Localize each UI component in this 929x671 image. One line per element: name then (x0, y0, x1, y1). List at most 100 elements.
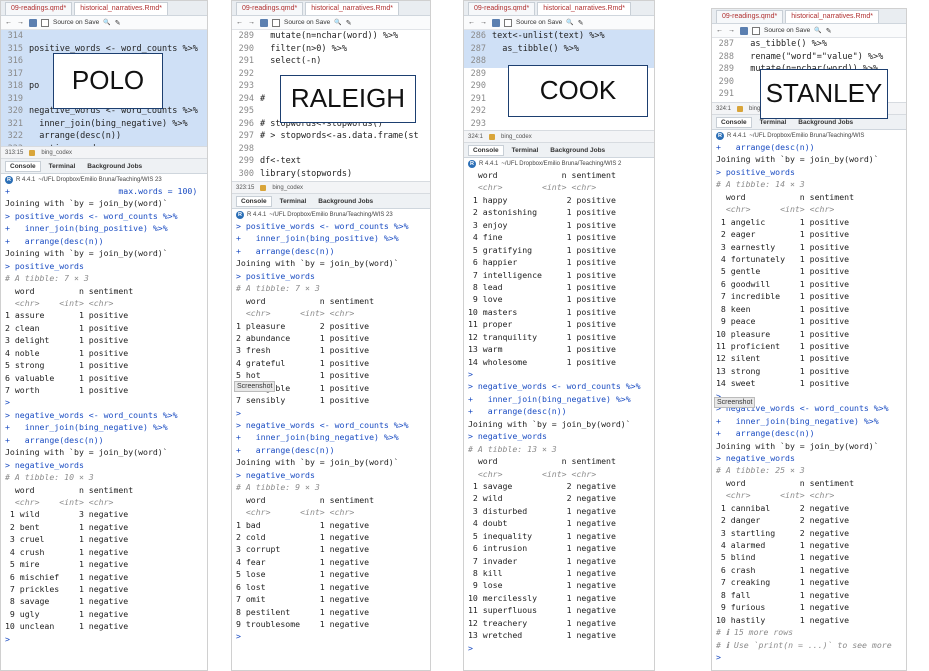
line-number: 295 (238, 106, 254, 116)
chunk-name[interactable]: bing_codex (41, 150, 72, 156)
editor-line[interactable]: 287 as_tibble() %>% (712, 38, 906, 51)
console-line: 5 gentle 1 positive (716, 266, 850, 277)
back-arrow-icon[interactable]: ← (468, 19, 476, 27)
save-icon[interactable] (29, 18, 37, 27)
console-path-bar: RR 4.4.1 ~/UFL Dropbox/Emilio Bruna/Teach… (464, 158, 654, 169)
console-tab-background-jobs[interactable]: Background Jobs (314, 197, 377, 206)
editor-line[interactable]: 321 inner_join(bing_negative) %>% (1, 117, 207, 130)
source-on-save-label: Source on Save (516, 19, 563, 26)
save-icon[interactable] (260, 18, 268, 27)
chunk-name[interactable]: bing_codex (501, 134, 532, 140)
editor-line[interactable]: 299 df<-text (232, 155, 430, 168)
code-tools-icon[interactable]: ✎ (826, 27, 832, 35)
source-on-save-checkbox[interactable] (504, 18, 512, 27)
console-line: 12 tranquility 1 positive (468, 331, 616, 342)
console-line: 9 troublesome 1 negative (236, 619, 370, 629)
console-tab-bar: Console Terminal Background Jobs (1, 159, 207, 174)
console-line: word n sentiment (5, 285, 134, 296)
console-output[interactable]: word n sentiment <chr> <int> <chr> 1 hap… (464, 169, 654, 654)
editor-line[interactable]: 323negative_words (1, 142, 207, 146)
r-version: R 4.4.1 (247, 211, 267, 218)
save-icon[interactable] (492, 18, 500, 27)
chunk-name[interactable]: bing_codex (272, 185, 303, 191)
editor-line[interactable]: 290 filter(n>0) %>% (232, 43, 430, 56)
save-icon[interactable] (740, 26, 748, 35)
source-on-save-checkbox[interactable] (272, 18, 280, 27)
editor-line[interactable]: 293 (464, 118, 654, 131)
console-line: > (468, 369, 473, 379)
source-on-save-checkbox[interactable] (752, 26, 760, 35)
working-directory[interactable]: ~/UFL Dropbox/Emilio Bruna/Teaching/WIS … (269, 212, 392, 218)
console-tab-terminal[interactable]: Terminal (276, 197, 311, 206)
working-directory[interactable]: ~/UFL Dropbox/Emilio Bruna/Teaching/WIS … (501, 161, 621, 167)
console-line: Joining with `by = join_by(word)` (716, 440, 879, 451)
console-line: 3 delight 1 positive (5, 335, 129, 346)
editor-tab-bar: 09-readings.qmd* historical_narratives.Rm… (712, 9, 906, 24)
console-tab-console[interactable]: Console (468, 144, 504, 156)
search-icon[interactable]: 🔍 (103, 19, 110, 26)
console-line: # ℹ Use `print(n = ...)` to see more (716, 639, 892, 650)
console-tab-terminal[interactable]: Terminal (508, 146, 543, 155)
code-text: library(stopwords) (260, 168, 353, 179)
working-directory[interactable]: ~/UFL Dropbox/Emilio Bruna/Teaching/WIS (749, 133, 864, 139)
back-arrow-icon[interactable]: ← (716, 27, 724, 35)
search-icon[interactable]: 🔍 (334, 19, 341, 26)
code-text: filter(n>0) %>% (260, 43, 347, 54)
console-tab-terminal[interactable]: Terminal (45, 162, 80, 171)
console-line: <chr> <int> <chr> (236, 308, 355, 319)
editor-tab[interactable]: historical_narratives.Rmd* (305, 2, 399, 15)
forward-arrow-icon[interactable]: → (480, 19, 488, 27)
working-directory[interactable]: ~/UFL Dropbox/Emilio Bruna/Teaching/WIS … (38, 177, 161, 183)
editor-tab[interactable]: 09-readings.qmd* (716, 10, 784, 23)
console-tab-console[interactable]: Console (716, 116, 752, 128)
editor-tab[interactable]: historical_narratives.Rmd* (785, 10, 879, 23)
editor-tab[interactable]: historical_narratives.Rmd* (537, 2, 631, 15)
editor-tab[interactable]: 09-readings.qmd* (236, 2, 304, 15)
console-line: 8 kill 1 negative (468, 568, 616, 578)
editor-line[interactable]: 298 (232, 143, 430, 156)
line-number: 319 (7, 93, 23, 104)
console-line: 2 clean 1 positive (5, 322, 129, 333)
back-arrow-icon[interactable]: ← (236, 19, 244, 27)
console-line: 6 valuable 1 positive (5, 372, 129, 383)
console-line: <chr> <int> <chr> (468, 468, 597, 479)
console-tab-background-jobs[interactable]: Background Jobs (546, 146, 609, 155)
forward-arrow-icon[interactable]: → (17, 19, 25, 27)
editor-line[interactable]: 297 # > stopwords<-as.data.frame(st (232, 130, 430, 143)
editor-line[interactable]: 286 text<-unlist(text) %>% (464, 30, 654, 43)
console-line: 1 angelic 1 positive (716, 216, 850, 227)
editor-line[interactable]: 300 library(stopwords) (232, 168, 430, 181)
editor-tab[interactable]: historical_narratives.Rmd* (74, 2, 168, 15)
editor-line[interactable]: 301library(tidytext) (232, 180, 430, 181)
editor-line[interactable]: 287 as_tibble() %>% (464, 42, 654, 55)
search-icon[interactable]: 🔍 (566, 19, 573, 26)
editor-line[interactable]: 322 arrange(desc(n)) (1, 130, 207, 143)
console-line: 1 cannibal 2 negative (716, 502, 850, 513)
console-output[interactable]: + max.words = 100) Joining with `by = joi… (1, 185, 207, 645)
code-tools-icon[interactable]: ✎ (115, 19, 121, 27)
console-tab-console[interactable]: Console (5, 160, 41, 172)
line-number: 321 (7, 118, 23, 129)
console-tab-console[interactable]: Console (236, 195, 272, 207)
editor-tab[interactable]: 09-readings.qmd* (468, 2, 536, 15)
console-line: 9 ugly 1 negative (5, 608, 129, 619)
editor-tab[interactable]: 09-readings.qmd* (5, 2, 73, 15)
line-number: 299 (238, 156, 254, 166)
editor-line[interactable]: 291 select(-n) (232, 55, 430, 68)
forward-arrow-icon[interactable]: → (728, 27, 736, 35)
console-line: 4 fear 1 negative (236, 556, 370, 567)
console-line: 7 sensibly 1 positive (236, 395, 370, 406)
code-tools-icon[interactable]: ✎ (346, 19, 352, 27)
editor-tab-bar: 09-readings.qmd* historical_narratives.Rm… (464, 1, 654, 16)
console-output[interactable]: > positive_words <- word_counts %>% + inn… (232, 220, 430, 643)
back-arrow-icon[interactable]: ← (5, 19, 13, 27)
code-tools-icon[interactable]: ✎ (578, 19, 584, 27)
source-on-save-checkbox[interactable] (41, 18, 49, 27)
console-line: word n sentiment (236, 295, 375, 306)
editor-line[interactable]: 314 (1, 30, 207, 43)
console-tab-background-jobs[interactable]: Background Jobs (83, 162, 146, 171)
search-icon[interactable]: 🔍 (814, 27, 821, 34)
editor-line[interactable]: 288 rename("word"="value") %>% (712, 51, 906, 64)
editor-line[interactable]: 289 mutate(n=nchar(word)) %>% (232, 30, 430, 43)
forward-arrow-icon[interactable]: → (248, 19, 256, 27)
